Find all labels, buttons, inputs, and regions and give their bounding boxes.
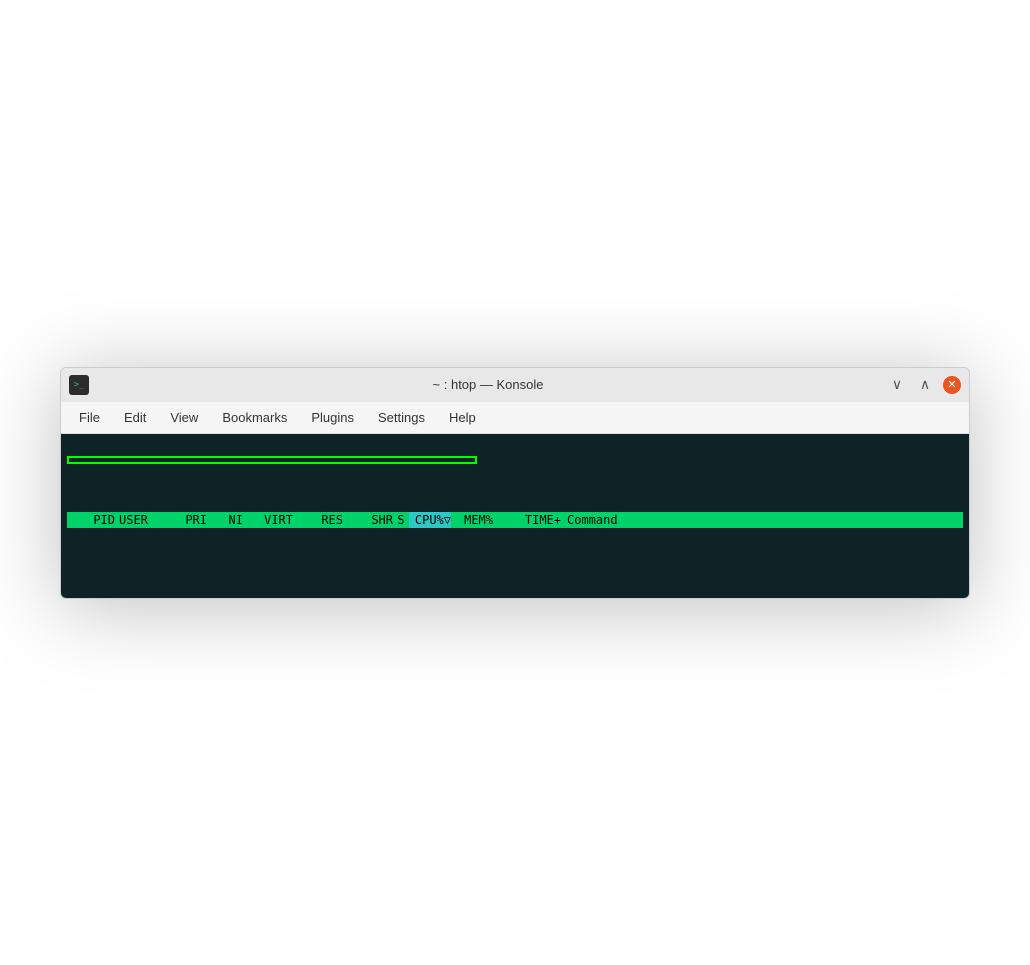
minimize-button[interactable]: ∨ bbox=[887, 375, 907, 395]
close-button[interactable]: ✕ bbox=[943, 376, 961, 394]
menu-plugins[interactable]: Plugins bbox=[301, 406, 364, 429]
terminal-area[interactable]: PIDUSERPRINIVIRTRESSHRSCPU%▽MEM%TIME+Com… bbox=[61, 434, 969, 598]
menubar: FileEditViewBookmarksPluginsSettingsHelp bbox=[61, 402, 969, 434]
menu-view[interactable]: View bbox=[160, 406, 208, 429]
window-title: ~ : htop — Konsole bbox=[97, 377, 879, 392]
column-header[interactable]: PIDUSERPRINIVIRTRESSHRSCPU%▽MEM%TIME+Com… bbox=[67, 512, 963, 528]
sort-column-cpu: CPU%▽ bbox=[409, 512, 451, 528]
menu-edit[interactable]: Edit bbox=[114, 406, 156, 429]
meters-box bbox=[67, 456, 477, 464]
konsole-window: ~ : htop — Konsole ∨ ∧ ✕ FileEditViewBoo… bbox=[60, 367, 970, 599]
menu-bookmarks[interactable]: Bookmarks bbox=[212, 406, 297, 429]
menu-settings[interactable]: Settings bbox=[368, 406, 435, 429]
maximize-button[interactable]: ∧ bbox=[915, 375, 935, 395]
titlebar[interactable]: ~ : htop — Konsole ∨ ∧ ✕ bbox=[61, 368, 969, 402]
konsole-icon bbox=[69, 375, 89, 395]
menu-help[interactable]: Help bbox=[439, 406, 486, 429]
menu-file[interactable]: File bbox=[69, 406, 110, 429]
